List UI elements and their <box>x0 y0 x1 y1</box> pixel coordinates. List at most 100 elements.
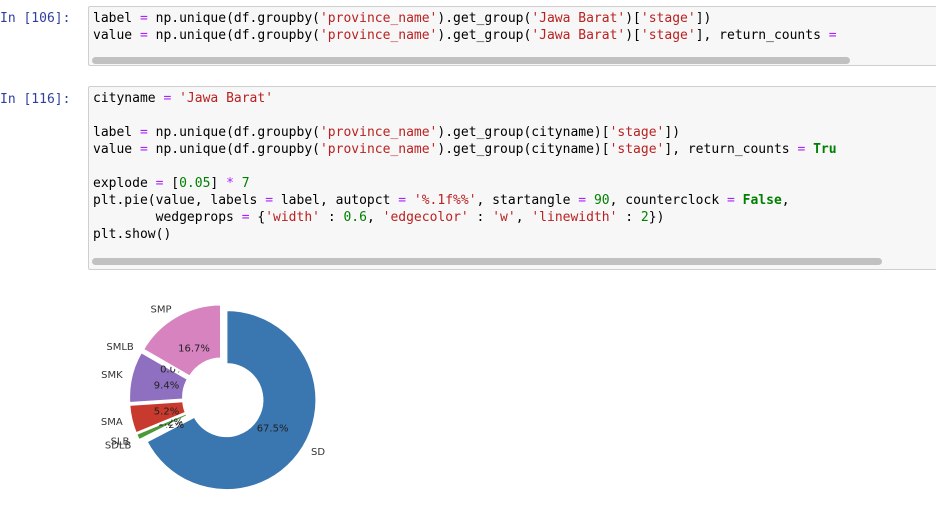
code-token: 'Jawa Barat' <box>179 91 274 106</box>
code-token: ).get_group(cityname)[ <box>437 125 610 140</box>
code-token: 0.05 <box>179 176 211 191</box>
code-token: 'stage' <box>609 125 665 140</box>
code-token: )[ <box>625 11 641 26</box>
code-token: '%.1f%%' <box>413 193 477 208</box>
code-editor[interactable]: label = np.unique(df.groupby('province_n… <box>89 7 936 44</box>
code-token: ], return_counts <box>664 142 798 157</box>
code-token: Tru <box>813 142 837 157</box>
code-token: explode <box>93 176 156 191</box>
code-token: 'width' <box>265 210 320 225</box>
code-token: 'w' <box>492 210 516 225</box>
horizontal-scrollbar[interactable] <box>92 258 882 265</box>
code-token: 'province_name' <box>319 28 438 43</box>
code-token: 'Jawa Barat' <box>531 11 626 26</box>
code-token: ).get_group( <box>437 28 532 43</box>
code-token: = <box>727 193 735 208</box>
cell-prompt: In [116]: <box>0 92 71 107</box>
code-token: = <box>398 193 407 208</box>
slice-label: SMA <box>101 417 123 428</box>
code-line: cityname = 'Jawa Barat' <box>93 90 936 107</box>
code-line: value = np.unique(df.groupby('province_n… <box>93 27 936 44</box>
code-token: ], return_counts <box>695 28 829 43</box>
horizontal-scrollbar[interactable] <box>92 57 850 64</box>
code-token: 'province_name' <box>319 125 438 140</box>
code-token: 'stage' <box>609 142 665 157</box>
slice-label: SLB <box>111 436 130 447</box>
code-token: label <box>93 11 140 26</box>
code-line: explode = [0.05] * 7 <box>93 175 936 192</box>
code-token: : <box>617 210 641 225</box>
slice-percent-label: 5.2% <box>154 407 179 418</box>
code-token: , <box>515 210 532 225</box>
code-token: = <box>139 142 148 157</box>
code-token: False <box>742 193 782 208</box>
code-token: ] <box>210 176 227 191</box>
code-token: = <box>578 193 587 208</box>
code-token: , <box>781 193 790 208</box>
code-token: = <box>241 210 250 225</box>
code-token: = <box>139 28 148 43</box>
code-token: 'province_name' <box>319 11 438 26</box>
code-token: value <box>93 142 140 157</box>
code-line: wedgeprops = {'width' : 0.6, 'edgecolor'… <box>93 209 936 226</box>
code-token: ).get_group(cityname)[ <box>437 142 610 157</box>
code-token: = <box>139 125 148 140</box>
donut-chart: SD67.5%SDLB0.2%SLB1.2%SMA5.2%SMK9.4%SMLB… <box>101 303 325 492</box>
code-token: 'edgecolor' <box>382 210 469 225</box>
code-token: = <box>828 28 837 43</box>
code-line: label = np.unique(df.groupby('province_n… <box>93 124 936 141</box>
code-token: np.unique(df.groupby( <box>147 28 320 43</box>
slice-percent-label: 67.5% <box>257 424 289 435</box>
code-token: )[ <box>625 28 641 43</box>
code-token: 7 <box>241 176 250 191</box>
code-token: : <box>320 210 344 225</box>
code-token: np.unique(df.groupby( <box>147 142 320 157</box>
code-token: plt.pie(value, labels <box>93 193 266 208</box>
slice-percent-label: 9.4% <box>154 380 179 391</box>
code-line: plt.pie(value, labels = label, autopct =… <box>93 192 936 209</box>
code-line: plt.show() <box>93 226 936 243</box>
code-token: 90 <box>593 193 610 208</box>
cell-prompt: In [106]: <box>0 11 71 26</box>
code-line: value = np.unique(df.groupby('province_n… <box>93 141 936 158</box>
code-token: 'Jawa Barat' <box>531 28 626 43</box>
code-token: 2 <box>640 210 649 225</box>
code-token: , <box>366 210 383 225</box>
code-token: ]) <box>664 125 681 140</box>
code-token: ]) <box>695 11 712 26</box>
code-token: * <box>226 176 234 191</box>
code-token: 'linewidth' <box>531 210 618 225</box>
code-token: , counterclock <box>609 193 727 208</box>
slice-label: SMK <box>101 370 123 381</box>
code-token: wedgeprops <box>93 210 242 225</box>
code-cell-input[interactable]: cityname = 'Jawa Barat' label = np.uniqu… <box>88 86 936 270</box>
code-token: 'province_name' <box>319 142 438 157</box>
code-token: : <box>468 210 493 225</box>
code-editor[interactable]: cityname = 'Jawa Barat' label = np.uniqu… <box>89 87 936 243</box>
code-token: np.unique(df.groupby( <box>147 125 320 140</box>
slice-label: SMP <box>150 304 171 315</box>
code-line: label = np.unique(df.groupby('province_n… <box>93 10 936 27</box>
slice-label: SMLB <box>106 342 134 353</box>
code-token: [ <box>163 176 180 191</box>
code-token: label, autopct <box>273 193 399 208</box>
slice-label: SD <box>311 447 325 458</box>
cell-output: SD 67.5% SDLB 0.2% SLB 1.2% SMA 5.2% SMK 9.4% SMLB… <box>88 290 388 500</box>
code-cell-input[interactable]: label = np.unique(df.groupby('province_n… <box>88 6 936 66</box>
code-token: = <box>265 193 274 208</box>
code-token: = <box>139 11 148 26</box>
code-token: label <box>93 125 140 140</box>
code-token: 'stage' <box>640 11 696 26</box>
code-token: { <box>249 210 266 225</box>
code-token: 0.6 <box>343 210 367 225</box>
code-token: np.unique(df.groupby( <box>147 11 320 26</box>
code-token: }) <box>648 210 665 225</box>
